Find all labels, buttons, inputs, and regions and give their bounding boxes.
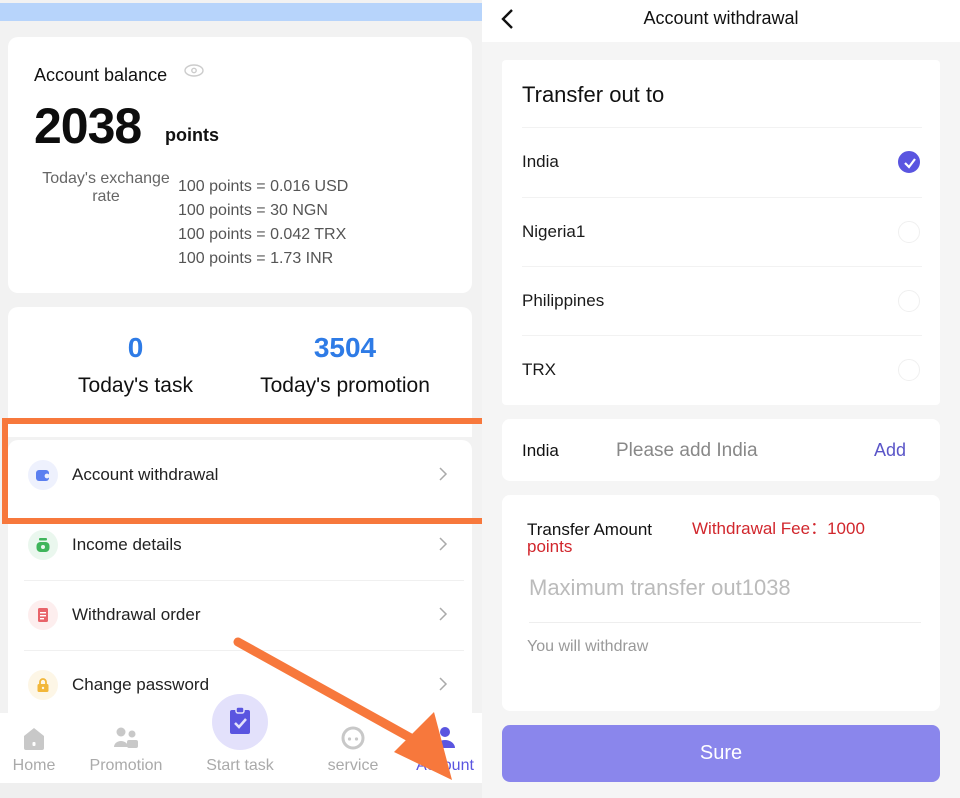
option-label: TRX bbox=[522, 360, 556, 379]
account-screen: Account balance 2038 points Today's exch… bbox=[0, 0, 482, 798]
rate-row: 100 points = 30 NGN bbox=[178, 202, 328, 219]
tab-label: Promotion bbox=[89, 757, 163, 774]
rate-row: 100 points = 0.042 TRX bbox=[178, 226, 347, 243]
tab-service[interactable]: service bbox=[315, 713, 391, 783]
headset-icon bbox=[341, 726, 365, 750]
option-india[interactable]: India bbox=[522, 128, 922, 197]
balance-value: 2038 bbox=[34, 98, 142, 154]
money-bag-icon bbox=[28, 530, 58, 560]
stat-value: 0 bbox=[127, 332, 144, 363]
tab-label: Account bbox=[416, 757, 474, 774]
divider bbox=[529, 622, 921, 623]
exchange-rate-label: Today's exchange rate bbox=[42, 170, 170, 205]
home-icon bbox=[24, 728, 44, 750]
radio-unchecked-icon[interactable] bbox=[898, 290, 920, 312]
top-banner bbox=[0, 3, 482, 21]
screenshot-root: Account balance 2038 points Today's exch… bbox=[0, 0, 960, 798]
radio-unchecked-icon[interactable] bbox=[898, 359, 920, 381]
balance-label: Account balance bbox=[34, 65, 168, 85]
eye-icon[interactable] bbox=[184, 64, 204, 77]
tab-label: Home bbox=[12, 757, 56, 774]
tab-label: Start task bbox=[206, 757, 274, 774]
stat-value: 3504 bbox=[313, 332, 377, 363]
amount-panel: Withdrawal Fee：1000 points Transfer Amou… bbox=[502, 495, 940, 711]
clipboard-check-icon bbox=[230, 706, 250, 734]
transfer-out-panel: Transfer out to India Nigeria1 Philippin… bbox=[502, 60, 940, 405]
stat-label: Today's task bbox=[78, 374, 193, 397]
transfer-amount-input[interactable] bbox=[529, 575, 919, 601]
option-nigeria1[interactable]: Nigeria1 bbox=[522, 198, 922, 267]
withdrawal-screen: Account withdrawal Transfer out to India… bbox=[482, 0, 960, 798]
user-icon bbox=[435, 727, 455, 748]
menu-item-withdrawal-order[interactable]: Withdrawal order bbox=[8, 580, 472, 650]
bottom-strip bbox=[0, 783, 482, 798]
tab-promotion[interactable]: Promotion bbox=[80, 713, 172, 783]
balance-card: Account balance 2038 points Today's exch… bbox=[8, 37, 472, 293]
tab-account[interactable]: Account bbox=[408, 713, 482, 783]
document-icon bbox=[28, 600, 58, 630]
tab-label: service bbox=[327, 757, 379, 774]
account-label: India bbox=[522, 441, 559, 460]
page-title: Account withdrawal bbox=[643, 8, 799, 28]
transfer-amount-label: Transfer Amount bbox=[527, 520, 653, 539]
people-icon bbox=[114, 727, 138, 748]
stat-todays-promotion[interactable]: 3504 Today's promotion bbox=[245, 332, 445, 398]
start-task-button[interactable] bbox=[212, 694, 268, 750]
option-philippines[interactable]: Philippines bbox=[522, 267, 922, 336]
menu-item-label: Income details bbox=[72, 535, 182, 554]
tab-home[interactable]: Home bbox=[0, 713, 68, 783]
option-label: Nigeria1 bbox=[522, 222, 586, 241]
radio-unchecked-icon[interactable] bbox=[898, 221, 920, 243]
stat-label: Today's promotion bbox=[260, 374, 430, 397]
nav-bar: Account withdrawal bbox=[482, 0, 960, 42]
add-account-link[interactable]: Add bbox=[874, 440, 906, 461]
menu-item-label: Change password bbox=[72, 675, 210, 694]
chevron-right-icon bbox=[439, 607, 448, 621]
account-panel: India Please add India Add bbox=[502, 419, 940, 481]
radio-checked-icon[interactable] bbox=[898, 151, 920, 173]
you-will-withdraw-label: You will withdraw bbox=[527, 638, 649, 655]
option-label: Philippines bbox=[522, 291, 605, 310]
chevron-right-icon bbox=[439, 677, 448, 691]
option-label: India bbox=[522, 152, 559, 171]
stat-todays-task[interactable]: 0 Today's task bbox=[58, 332, 213, 398]
menu-item-label: Withdrawal order bbox=[72, 605, 201, 624]
annotation-highlight-box bbox=[2, 418, 482, 524]
rate-row: 100 points = 0.016 USD bbox=[178, 178, 349, 195]
balance-unit: points bbox=[165, 125, 219, 145]
rate-row: 100 points = 1.73 INR bbox=[178, 250, 334, 267]
transfer-title: Transfer out to bbox=[522, 82, 665, 107]
exchange-rates: 100 points = 0.016 USD 100 points = 30 N… bbox=[178, 175, 348, 271]
sure-button[interactable]: Sure bbox=[502, 725, 940, 782]
account-placeholder[interactable]: Please add India bbox=[616, 440, 758, 462]
lock-icon bbox=[28, 670, 58, 700]
chevron-right-icon bbox=[439, 537, 448, 551]
option-trx[interactable]: TRX bbox=[522, 336, 922, 405]
